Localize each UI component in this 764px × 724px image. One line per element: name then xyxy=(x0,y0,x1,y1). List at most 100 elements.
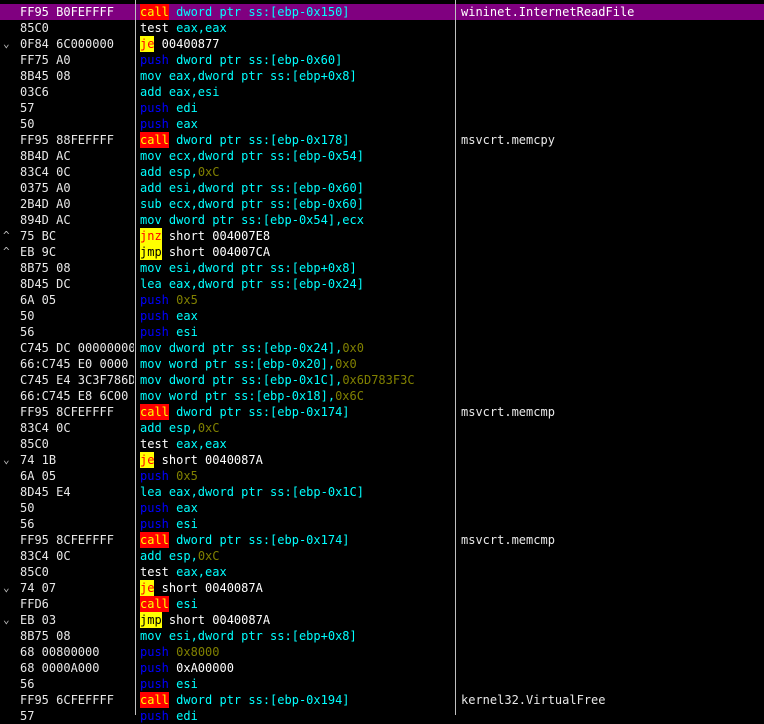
instruction-row[interactable]: 56 push esi xyxy=(0,516,764,532)
instruction-row[interactable]: 2B4D A0 sub ecx,dword ptr ss:[ebp-0x60] xyxy=(0,196,764,212)
instruction-row[interactable]: 894D AC mov dword ptr ss:[ebp-0x54],ecx xyxy=(0,212,764,228)
instruction-row[interactable]: 50 push eax xyxy=(0,500,764,516)
opcode-bytes: FF95 8CFEFFFF xyxy=(20,533,114,547)
jump-arrow-icon: ⌄ xyxy=(3,453,10,466)
instruction: push 0x5 xyxy=(140,468,454,484)
opcode-bytes: 68 0000A000 xyxy=(20,661,100,675)
instruction-row[interactable]: 57 push edi xyxy=(0,708,764,724)
opcode-bytes: 74 1B xyxy=(20,453,57,467)
instruction-row[interactable]: C745 DC 00000000 mov dword ptr ss:[ebp-0x… xyxy=(0,340,764,356)
mnemonic: mov xyxy=(140,373,162,387)
instruction-row[interactable]: C745 E4 3C3F786D mov dword ptr ss:[ebp-0x… xyxy=(0,372,764,388)
jump-arrow-icon: ⌄ xyxy=(3,613,10,626)
instruction: call dword ptr ss:[ebp-0x150] xyxy=(140,4,454,20)
operand: esi xyxy=(168,677,198,691)
opcode-bytes: 6A 05 xyxy=(20,293,57,307)
instruction-row[interactable]: 66:C745 E0 0000 mov word ptr ss:[ebp-0x20… xyxy=(0,356,764,372)
opcode-bytes: 8B45 08 xyxy=(20,69,71,83)
mnemonic: call xyxy=(140,4,169,20)
instruction-row[interactable]: 68 00800000 push 0x8000 xyxy=(0,644,764,660)
jump-arrow-icon: ⌄ xyxy=(3,37,10,50)
instruction-row[interactable]: 85C0 test eax,eax xyxy=(0,436,764,452)
instruction-row[interactable]: FF95 8CFEFFFF call dword ptr ss:[ebp-0x17… xyxy=(0,404,764,420)
instruction-row[interactable]: 85C0 test eax,eax xyxy=(0,564,764,580)
operand: esi,dword ptr ss:[ebp+0x8] xyxy=(161,629,357,643)
operand: 0x6D783F3C xyxy=(342,373,415,387)
instruction-row[interactable]: 8D45 DC lea eax,dword ptr ss:[ebp-0x24] xyxy=(0,276,764,292)
instruction-row[interactable]: 68 0000A000 push 0xA00000 xyxy=(0,660,764,676)
disassembly-listing[interactable]: FF95 B0FEFFFF call dword ptr ss:[ebp-0x15… xyxy=(0,4,764,724)
instruction-row[interactable]: ⌄ 74 1B je short 0040087A xyxy=(0,452,764,468)
instruction-row[interactable]: FFD6 call esi xyxy=(0,596,764,612)
instruction-row[interactable]: 50 push eax xyxy=(0,116,764,132)
instruction: push 0x8000 xyxy=(140,644,454,660)
mnemonic: je xyxy=(140,36,155,52)
instruction-row[interactable]: 50 push eax xyxy=(0,308,764,324)
opcode-bytes: 2B4D A0 xyxy=(20,197,71,211)
instruction-row[interactable]: 03C6 add eax,esi xyxy=(0,84,764,100)
instruction: push 0x5 xyxy=(140,292,454,308)
instruction-row[interactable]: 57 push edi xyxy=(0,100,764,116)
operand: esi,dword ptr ss:[ebp-0x60] xyxy=(161,181,364,195)
instruction-row[interactable]: 8B75 08 mov esi,dword ptr ss:[ebp+0x8] xyxy=(0,628,764,644)
instruction-row[interactable]: 83C4 0C add esp,0xC xyxy=(0,164,764,180)
instruction: sub ecx,dword ptr ss:[ebp-0x60] xyxy=(140,196,454,212)
instruction: push eax xyxy=(140,500,454,516)
opcode-bytes: 8B75 08 xyxy=(20,629,71,643)
instruction-row[interactable]: 6A 05 push 0x5 xyxy=(0,468,764,484)
operand: 0x5 xyxy=(176,469,198,483)
instruction: call esi xyxy=(140,596,454,612)
opcode-bytes: 03C6 xyxy=(20,85,49,99)
instruction-row[interactable]: FF95 88FEFFFF call dword ptr ss:[ebp-0x17… xyxy=(0,132,764,148)
operand: short 004007CA xyxy=(161,245,271,259)
instruction-row[interactable]: 6A 05 push 0x5 xyxy=(0,292,764,308)
instruction-row[interactable]: FF75 A0 push dword ptr ss:[ebp-0x60] xyxy=(0,52,764,68)
column-separator xyxy=(455,0,456,715)
operand: short 0040087A xyxy=(161,613,271,627)
instruction-row[interactable]: 56 push esi xyxy=(0,676,764,692)
instruction-row[interactable]: ^ 75 BC jnz short 004007E8 xyxy=(0,228,764,244)
instruction-row[interactable]: ^ EB 9C jmp short 004007CA xyxy=(0,244,764,260)
instruction-row[interactable]: FF95 6CFEFFFF call dword ptr ss:[ebp-0x19… xyxy=(0,692,764,708)
instruction-row[interactable]: 0375 A0 add esi,dword ptr ss:[ebp-0x60] xyxy=(0,180,764,196)
mnemonic: test xyxy=(140,437,169,451)
instruction-row[interactable]: 85C0 test eax,eax xyxy=(0,20,764,36)
operand: esp, xyxy=(161,421,198,435)
instruction-row[interactable]: 66:C745 E8 6C00 mov word ptr ss:[ebp-0x18… xyxy=(0,388,764,404)
mnemonic: mov xyxy=(140,389,162,403)
operand: esp, xyxy=(161,165,198,179)
instruction-row[interactable]: 8B45 08 mov eax,dword ptr ss:[ebp+0x8] xyxy=(0,68,764,84)
instruction-row[interactable]: 83C4 0C add esp,0xC xyxy=(0,548,764,564)
mnemonic: jnz xyxy=(140,228,162,244)
mnemonic: push xyxy=(140,117,169,131)
instruction: mov dword ptr ss:[ebp-0x54],ecx xyxy=(140,212,454,228)
opcode-bytes: FF75 A0 xyxy=(20,53,71,67)
operand: eax xyxy=(168,501,198,515)
mnemonic: push xyxy=(140,645,169,659)
mnemonic: test xyxy=(140,21,169,35)
selected-instruction-row[interactable]: FF95 B0FEFFFF call dword ptr ss:[ebp-0x15… xyxy=(0,4,764,20)
instruction: jmp short 0040087A xyxy=(140,612,454,628)
operand: 00400877 xyxy=(154,37,220,51)
instruction-row[interactable]: 83C4 0C add esp,0xC xyxy=(0,420,764,436)
operand: eax,dword ptr ss:[ebp-0x1C] xyxy=(161,485,364,499)
comment: msvcrt.memcmp xyxy=(461,533,555,547)
operand: edi xyxy=(168,101,198,115)
instruction: je short 0040087A xyxy=(140,580,454,596)
operand: 0xA00000 xyxy=(168,661,234,675)
instruction-row[interactable]: ⌄ EB 03 jmp short 0040087A xyxy=(0,612,764,628)
operand: 0x0 xyxy=(335,357,357,371)
instruction-row[interactable]: 8B4D AC mov ecx,dword ptr ss:[ebp-0x54] xyxy=(0,148,764,164)
opcode-bytes: FF95 88FEFFFF xyxy=(20,133,114,147)
mnemonic: je xyxy=(140,580,155,596)
instruction-row[interactable]: 8D45 E4 lea eax,dword ptr ss:[ebp-0x1C] xyxy=(0,484,764,500)
instruction-row[interactable]: 8B75 08 mov esi,dword ptr ss:[ebp+0x8] xyxy=(0,260,764,276)
instruction-row[interactable]: 56 push esi xyxy=(0,324,764,340)
instruction: push edi xyxy=(140,100,454,116)
mnemonic: mov xyxy=(140,149,162,163)
instruction-row[interactable]: ⌄ 74 07 je short 0040087A xyxy=(0,580,764,596)
opcode-bytes: 56 xyxy=(20,325,35,339)
opcode-bytes: 83C4 0C xyxy=(20,165,71,179)
instruction-row[interactable]: FF95 8CFEFFFF call dword ptr ss:[ebp-0x17… xyxy=(0,532,764,548)
instruction-row[interactable]: ⌄ 0F84 6C000000 je 00400877 xyxy=(0,36,764,52)
